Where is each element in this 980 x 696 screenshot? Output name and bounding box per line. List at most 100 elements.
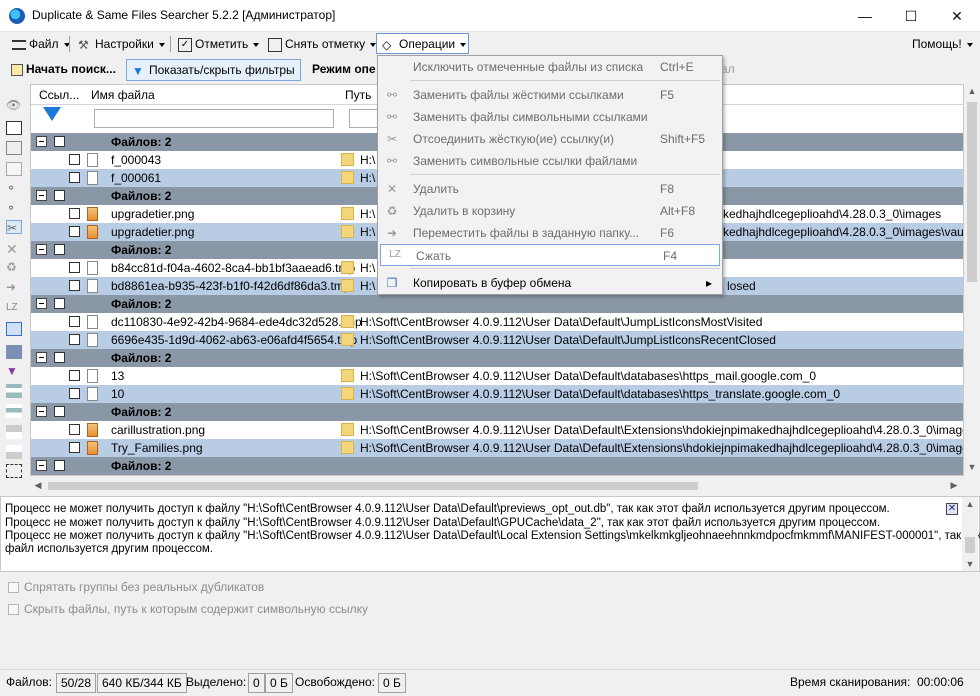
scroll-right-icon[interactable]: ▶ <box>948 480 960 491</box>
add-icon[interactable] <box>6 121 22 135</box>
hardlink-icon[interactable]: ⚬ <box>6 181 22 195</box>
filename-filter-input[interactable] <box>94 109 334 128</box>
compress-icon[interactable]: LZ <box>6 302 22 316</box>
hide-symlinks-option[interactable]: Скрыть файлы, путь к которым содержит си… <box>8 602 368 618</box>
grid-horizontal-scrollbar[interactable]: ◀ ▶ <box>30 478 980 494</box>
menu-item-10[interactable]: ❐ Копировать в буфер обмена ▸ <box>378 272 722 294</box>
checkbox[interactable] <box>8 604 19 615</box>
group-checkbox[interactable] <box>54 352 65 363</box>
scroll-down-icon[interactable]: ▼ <box>964 462 980 472</box>
file-checkbox[interactable] <box>69 334 80 345</box>
list-icon[interactable] <box>6 162 22 176</box>
file-checkbox[interactable] <box>69 154 80 165</box>
log-close-icon[interactable]: ✕ <box>946 503 958 515</box>
group-checkbox[interactable] <box>54 190 65 201</box>
group-checkbox[interactable] <box>54 460 65 471</box>
menu-unmark[interactable]: Снять отметку <box>264 34 380 54</box>
menu-file[interactable]: Файл <box>8 34 74 54</box>
copy-icon[interactable] <box>6 141 22 155</box>
menu-item-3[interactable]: ⚯ Заменить файлы символьными ссылками <box>378 106 722 128</box>
group-row[interactable]: Файлов: 2 <box>31 457 963 475</box>
start-search-button[interactable]: Начать поиск... <box>6 59 121 81</box>
collapse-group-icon[interactable] <box>36 190 47 201</box>
file-row[interactable]: Try_Families.png H:\Soft\CentBrowser 4.0.… <box>31 439 963 457</box>
group-checkbox[interactable] <box>54 244 65 255</box>
file-checkbox[interactable] <box>69 316 80 327</box>
move-icon[interactable]: ➜ <box>6 280 22 294</box>
collapse-group-icon[interactable] <box>36 352 47 363</box>
menu-item-1[interactable]: Исключить отмеченные файлы из списка Ctrl… <box>378 56 722 78</box>
menu-help[interactable]: Помощь! <box>908 34 977 54</box>
log-scroll-thumb[interactable] <box>965 537 975 553</box>
menu-item-9[interactable]: LZ Сжать F4 <box>380 244 720 266</box>
menu-settings[interactable]: ⚒ Настройки <box>74 34 169 54</box>
group-checkbox[interactable] <box>54 298 65 309</box>
collapse-group-icon[interactable] <box>36 244 47 255</box>
recycle-icon[interactable]: ♻ <box>6 260 22 274</box>
collapse-group-icon[interactable] <box>36 136 47 147</box>
file-row[interactable]: 10 H:\Soft\CentBrowser 4.0.9.112\User Dat… <box>31 385 963 403</box>
menu-item-4[interactable]: ✂ Отсоединить жёсткую(ие) ссылку(и) Shift+… <box>378 128 722 150</box>
maximize-button[interactable]: ☐ <box>888 0 934 32</box>
menu-mark[interactable]: ✓ Отметить <box>174 34 263 54</box>
file-checkbox[interactable] <box>69 208 80 219</box>
group-row[interactable]: Файлов: 2 <box>31 403 963 421</box>
filter-group-icon[interactable]: ▼ <box>6 364 22 378</box>
close-button[interactable]: ✕ <box>934 0 980 32</box>
column-path[interactable]: Путь <box>345 88 371 102</box>
file-row[interactable]: carillustration.png H:\Soft\CentBrowser 4… <box>31 421 963 439</box>
menu-item-2[interactable]: ⚯ Заменить файлы жёсткими ссылками F5 <box>378 84 722 106</box>
rows-alt-icon[interactable] <box>6 445 22 459</box>
eye-icon[interactable]: 👁 <box>6 98 22 112</box>
group-row[interactable]: Файлов: 2 <box>31 349 963 367</box>
group-checkbox[interactable] <box>54 136 65 147</box>
minimize-button[interactable]: — <box>842 0 888 32</box>
file-checkbox[interactable] <box>69 262 80 273</box>
log-scrollbar[interactable]: ▲ ▼ <box>962 497 978 571</box>
checkbox[interactable] <box>8 582 19 593</box>
toggle-filters-button[interactable]: ▼ Показать/скрыть фильтры <box>126 59 301 81</box>
file-row[interactable]: dc110830-4e92-42b4-9684-ede4dc32d528.tmp… <box>31 313 963 331</box>
select-icon[interactable] <box>6 464 22 478</box>
collapse-icon[interactable] <box>6 384 22 398</box>
menu-item-7[interactable]: ♻ Удалить в корзину Alt+F8 <box>378 200 722 222</box>
menu-item-6[interactable]: ✕ Удалить F8 <box>378 178 722 200</box>
menu-item-5[interactable]: ⚯ Заменить символьные ссылки файлами <box>378 150 722 172</box>
symlink-icon[interactable]: ⚬ <box>6 201 22 215</box>
collapse-group-icon[interactable] <box>36 298 47 309</box>
mode-button[interactable]: Режим опе <box>307 59 381 81</box>
column-links[interactable]: Ссыл... <box>39 88 79 102</box>
group-row[interactable]: Файлов: 2 <box>31 295 963 313</box>
hide-groups-option[interactable]: Спрятать группы без реальных дубликатов <box>8 580 264 596</box>
file-checkbox[interactable] <box>69 172 80 183</box>
column-filename[interactable]: Имя файла <box>91 88 155 102</box>
scroll-left-icon[interactable]: ◀ <box>32 480 44 491</box>
clipboard-icon[interactable] <box>6 322 22 336</box>
rows-icon[interactable] <box>6 425 22 439</box>
scroll-thumb[interactable] <box>967 102 977 282</box>
delete-icon[interactable]: ✕ <box>6 241 22 257</box>
scroll-up-icon[interactable]: ▲ <box>962 499 978 509</box>
scroll-down-icon[interactable]: ▼ <box>962 559 978 569</box>
folder-icon <box>341 387 354 400</box>
file-checkbox[interactable] <box>69 280 80 291</box>
file-checkbox[interactable] <box>69 226 80 237</box>
expand-icon[interactable] <box>6 404 22 418</box>
unlink-icon[interactable]: ✂ <box>6 220 22 235</box>
file-checkbox[interactable] <box>69 424 80 435</box>
file-name: bd8861ea-b935-423f-b1f0-f42d6df86da3.tmp <box>111 279 351 293</box>
file-checkbox[interactable] <box>69 388 80 399</box>
file-checkbox[interactable] <box>69 370 80 381</box>
group-icon[interactable] <box>6 345 22 359</box>
file-row[interactable]: 13 H:\Soft\CentBrowser 4.0.9.112\User Dat… <box>31 367 963 385</box>
collapse-group-icon[interactable] <box>36 406 47 417</box>
file-checkbox[interactable] <box>69 442 80 453</box>
menu-item-8[interactable]: ➜ Переместить файлы в заданную папку... F6 <box>378 222 722 244</box>
scroll-up-icon[interactable]: ▲ <box>964 86 980 96</box>
hscroll-thumb[interactable] <box>48 482 698 490</box>
grid-vertical-scrollbar[interactable]: ▲ ▼ <box>964 84 980 476</box>
group-checkbox[interactable] <box>54 406 65 417</box>
file-row[interactable]: 6696e435-1d9d-4062-ab63-e06afd4f5654.tmp… <box>31 331 963 349</box>
menu-operations[interactable]: ◇ Операции <box>378 34 470 54</box>
collapse-group-icon[interactable] <box>36 460 47 471</box>
